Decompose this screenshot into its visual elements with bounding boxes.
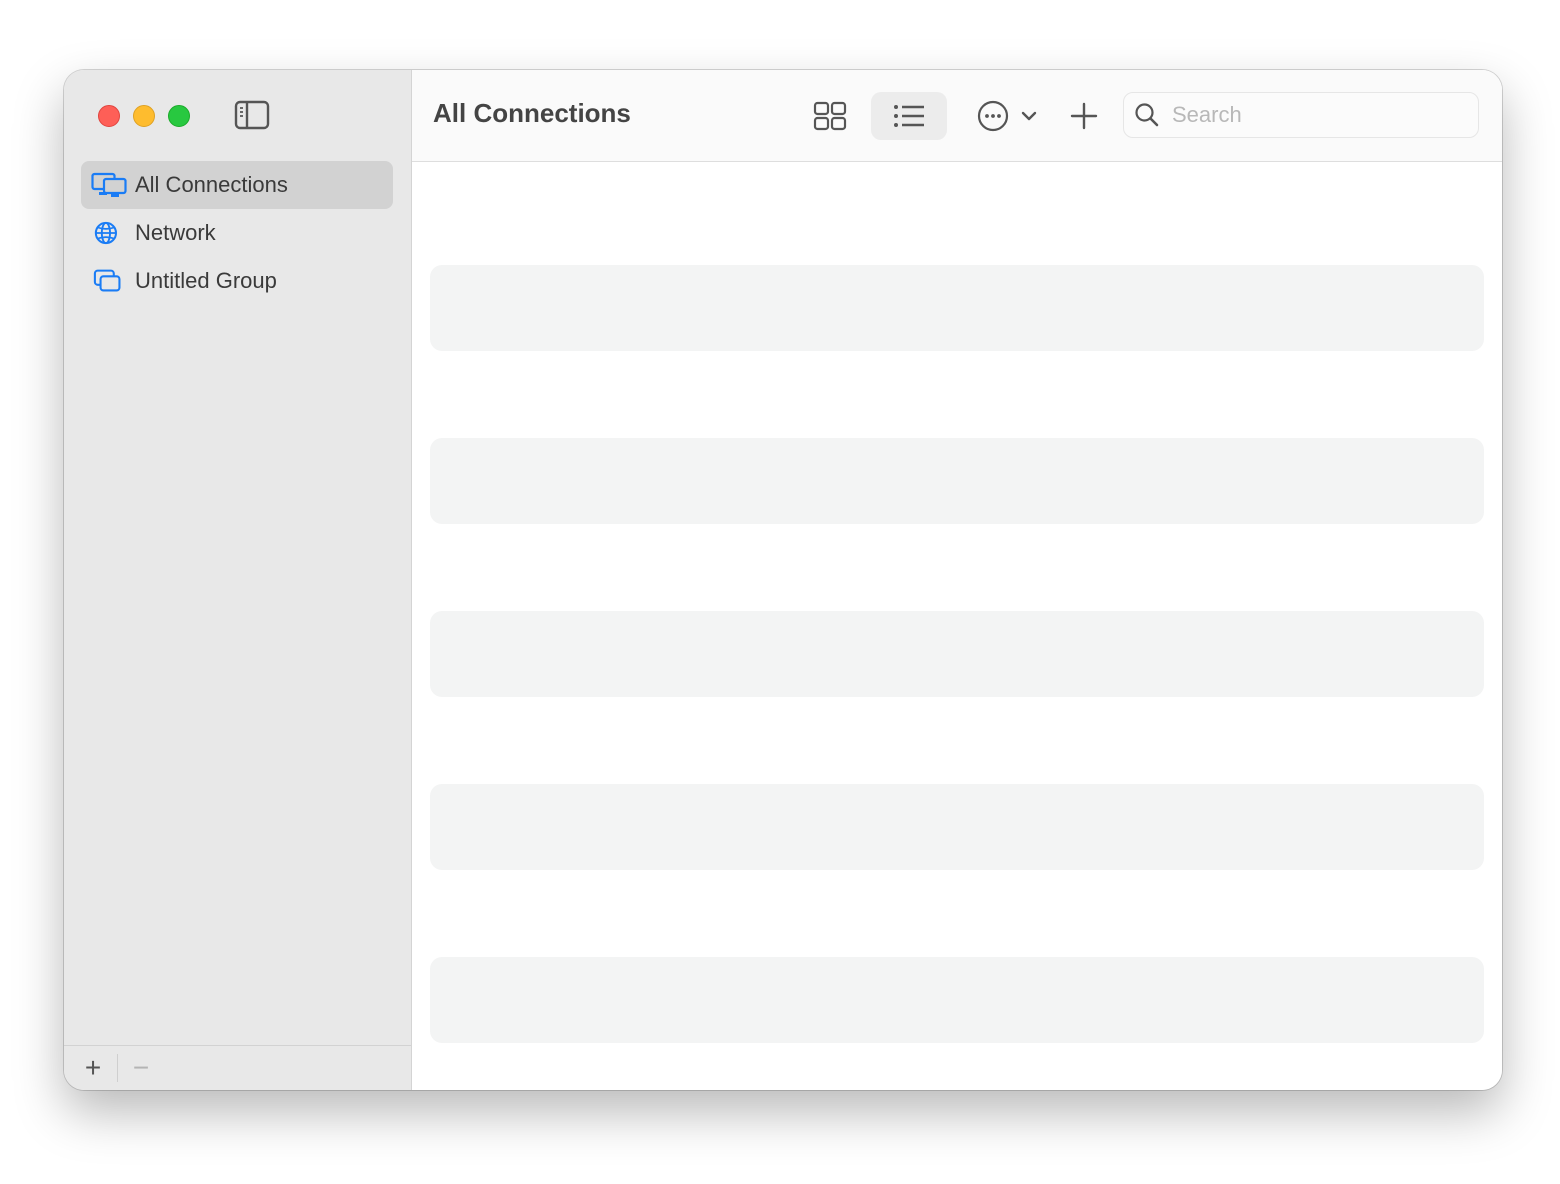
list-item[interactable]: [430, 265, 1484, 351]
sidebar-list: All Connections Network Untitled Group: [81, 161, 393, 305]
list-item[interactable]: [430, 438, 1484, 524]
displays-icon: [91, 171, 127, 199]
zoom-button[interactable]: [168, 105, 190, 127]
sidebar-toggle-button[interactable]: [234, 100, 270, 130]
minimize-button[interactable]: [133, 105, 155, 127]
chevron-down-icon: [1021, 111, 1037, 121]
add-group-button[interactable]: +: [79, 1054, 107, 1082]
plus-icon: +: [84, 1052, 102, 1083]
sidebar-item-label: All Connections: [135, 172, 288, 197]
search-icon: [1135, 103, 1159, 127]
list-item[interactable]: [430, 784, 1484, 870]
remove-group-button[interactable]: −: [127, 1054, 155, 1082]
page-title: All Connections: [433, 98, 631, 128]
add-connection-button[interactable]: [1066, 94, 1102, 138]
sidebar: All Connections Network Untitled Group +…: [64, 70, 412, 1090]
list-item[interactable]: [430, 957, 1484, 1043]
sidebar-item-all-connections[interactable]: All Connections: [81, 161, 393, 209]
main-panel: All Connections: [412, 70, 1502, 1090]
grid-icon: [813, 101, 847, 131]
sidebar-item-network[interactable]: Network: [81, 209, 393, 257]
search-input[interactable]: [1170, 101, 1464, 129]
grid-view-button[interactable]: [808, 94, 852, 138]
minus-icon: −: [132, 1052, 150, 1083]
list-icon: [894, 105, 924, 127]
more-actions-menu-button[interactable]: [972, 94, 1042, 138]
sidebar-icon: [234, 100, 270, 130]
close-button[interactable]: [98, 105, 120, 127]
footer-divider: [117, 1054, 118, 1082]
globe-icon: [91, 219, 127, 247]
plus-icon: [1070, 102, 1098, 130]
sidebar-item-untitled-group[interactable]: Untitled Group: [81, 257, 393, 305]
connection-list: [430, 265, 1484, 1090]
list-view-button[interactable]: [871, 92, 947, 140]
toolbar: All Connections: [412, 70, 1502, 162]
sidebar-footer: + −: [64, 1045, 411, 1090]
sidebar-item-label: Network: [135, 220, 216, 245]
ellipsis-circle-icon: [977, 100, 1009, 132]
app-window: All Connections Network Untitled Group +…: [64, 70, 1502, 1090]
sidebar-item-label: Untitled Group: [135, 268, 277, 293]
search-field[interactable]: [1123, 92, 1479, 138]
group-windows-icon: [91, 267, 127, 295]
list-item[interactable]: [430, 611, 1484, 697]
